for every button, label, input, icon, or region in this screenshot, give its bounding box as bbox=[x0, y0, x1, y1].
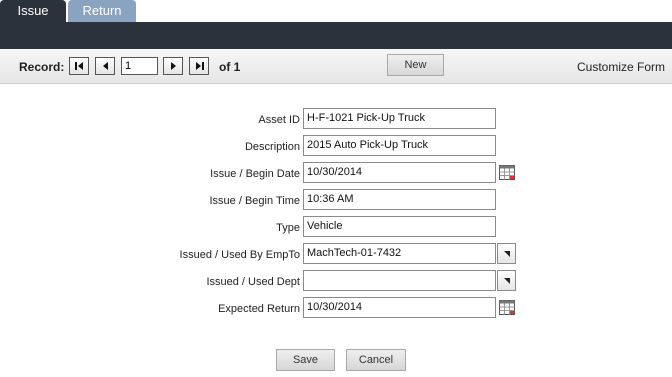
description-label: Description bbox=[244, 141, 300, 153]
dept-dropdown-button[interactable] bbox=[497, 270, 516, 291]
dropdown-arrow-icon bbox=[504, 251, 510, 257]
issued-to-dropdown-button[interactable] bbox=[497, 243, 516, 264]
previous-record-button[interactable] bbox=[95, 57, 115, 75]
type-label: Type bbox=[276, 222, 300, 234]
description-field[interactable]: 2015 Auto Pick-Up Truck bbox=[303, 135, 496, 156]
record-total: of 1 bbox=[219, 60, 241, 74]
tab-return[interactable]: Return bbox=[68, 0, 136, 22]
issued-to-label: Issued / Used By EmpTo bbox=[179, 249, 300, 261]
first-record-icon bbox=[75, 62, 83, 70]
header-bar bbox=[0, 22, 672, 49]
dept-label: Issued / Used Dept bbox=[206, 276, 300, 288]
issued-to-field[interactable]: MachTech-01-7432 bbox=[303, 243, 496, 264]
first-record-button[interactable] bbox=[69, 57, 89, 75]
begin-time-label: Issue / Begin Time bbox=[209, 195, 301, 207]
next-record-icon bbox=[171, 62, 176, 70]
dept-field[interactable] bbox=[303, 270, 496, 291]
begin-date-field[interactable]: 10/30/2014 bbox=[303, 162, 496, 183]
asset-id-field[interactable]: H-F-1021 Pick-Up Truck bbox=[303, 108, 496, 129]
calendar-icon[interactable] bbox=[499, 300, 515, 315]
next-record-button[interactable] bbox=[163, 57, 183, 75]
dropdown-arrow-icon bbox=[504, 278, 510, 284]
tab-issue[interactable]: Issue bbox=[0, 0, 66, 22]
cancel-button[interactable]: Cancel bbox=[346, 349, 406, 371]
previous-record-icon bbox=[103, 62, 108, 70]
tab-bar: Issue Return bbox=[0, 0, 672, 22]
asset-id-label: Asset ID bbox=[258, 114, 300, 126]
record-label: Record: bbox=[19, 60, 65, 74]
expected-return-field[interactable]: 10/30/2014 bbox=[303, 297, 496, 318]
last-record-icon bbox=[196, 62, 204, 70]
new-button[interactable]: New bbox=[387, 54, 444, 76]
expected-return-label: Expected Return bbox=[218, 303, 300, 315]
save-button[interactable]: Save bbox=[276, 349, 335, 371]
customize-form-link[interactable]: Customize Form bbox=[577, 60, 665, 74]
begin-time-field[interactable]: 10:36 AM bbox=[303, 189, 496, 210]
record-number-input[interactable] bbox=[121, 57, 158, 75]
record-toolbar: Record: of 1 New Customize Form bbox=[0, 49, 672, 84]
begin-date-label: Issue / Begin Date bbox=[210, 168, 300, 180]
last-record-button[interactable] bbox=[189, 57, 209, 75]
type-field[interactable]: Vehicle bbox=[303, 216, 496, 237]
calendar-icon[interactable] bbox=[499, 165, 515, 180]
